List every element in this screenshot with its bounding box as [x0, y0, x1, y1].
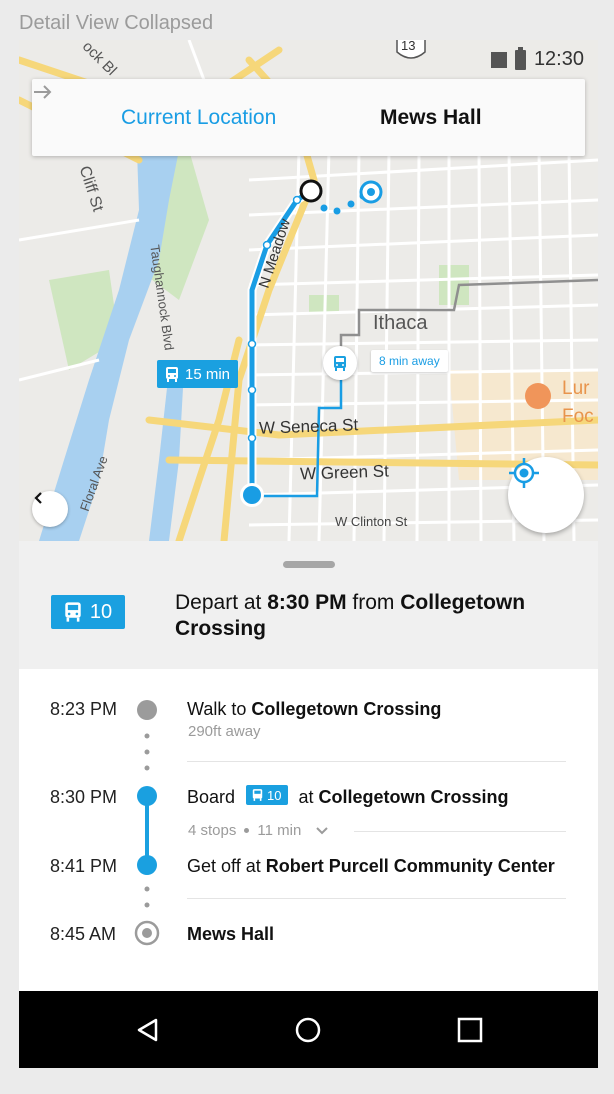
- battery-icon: [514, 46, 526, 70]
- step-board[interactable]: Board 10 at Collegetown Crossing: [187, 785, 509, 808]
- chevron-down-icon: [316, 826, 329, 834]
- signal-icon: [490, 51, 507, 68]
- depart-summary: Depart at 8:30 PM from Collegetown Cross…: [175, 590, 585, 642]
- bus-number: 10: [89, 600, 113, 623]
- bus-icon: [64, 602, 82, 622]
- divider: [187, 898, 566, 899]
- divider: [187, 761, 566, 762]
- step-arrive[interactable]: Mews Hall: [187, 924, 274, 945]
- bus-route-badge: 10: [51, 595, 125, 629]
- divider: [354, 831, 566, 832]
- bus-icon: [165, 366, 179, 382]
- back-icon: [137, 1018, 158, 1042]
- step-time: 8:23 PM: [50, 699, 118, 719]
- step-place: Robert Purcell Community Center: [265, 856, 555, 876]
- origin-label[interactable]: Current Location: [121, 106, 276, 130]
- directions-list: 8:23 PM Walk to Collegetown Crossing 290…: [19, 669, 598, 991]
- frame-title: Detail View Collapsed: [19, 12, 214, 34]
- step-distance: 290ft away: [188, 723, 261, 740]
- city-label: Ithaca: [373, 312, 428, 334]
- phone-screen: 13 ock Bl Cliff St Taughannock Blvd Flor…: [19, 40, 598, 1068]
- my-location-button[interactable]: [508, 457, 584, 533]
- status-time: 12:30: [533, 48, 584, 70]
- bus-route-badge-small: 10: [246, 785, 288, 805]
- step-walk[interactable]: Walk to Collegetown Crossing: [187, 699, 441, 720]
- street-label-green: W Green St: [299, 461, 390, 484]
- step-time: 8:45 AM: [50, 924, 117, 944]
- nav-recents-button[interactable]: [453, 1013, 487, 1047]
- step-place: Collegetown Crossing: [251, 699, 442, 719]
- street-label-seneca: W Seneca St: [258, 415, 359, 438]
- map-view[interactable]: 13 ock Bl Cliff St Taughannock Blvd Flor…: [19, 40, 598, 541]
- step-prefix: Board: [187, 787, 241, 807]
- stops-expander[interactable]: 4 stops 11 min: [188, 822, 329, 839]
- depart-time: 8:30 PM: [267, 591, 347, 614]
- destination-label[interactable]: Mews Hall: [380, 106, 482, 130]
- drag-handle[interactable]: [283, 561, 335, 568]
- step-mid: at: [293, 787, 319, 807]
- bus-number: 10: [267, 787, 282, 803]
- bus-icon: [333, 355, 347, 371]
- route-summary-card[interactable]: Current Location Mews Hall: [32, 79, 585, 156]
- route-duration-text: 15 min: [185, 365, 231, 383]
- step-prefix: Get off at: [187, 856, 266, 876]
- live-bus-marker[interactable]: [323, 346, 357, 380]
- home-icon: [295, 1017, 321, 1043]
- step-get-off[interactable]: Get off at Robert Purcell Community Cent…: [187, 856, 555, 877]
- arrow-right-icon: [34, 85, 52, 99]
- depart-mid: from: [346, 591, 401, 614]
- trip-summary-header[interactable]: 10 Depart at 8:30 PM from Collegetown Cr…: [19, 541, 598, 669]
- android-nav-bar: [19, 991, 598, 1068]
- nav-home-button[interactable]: [291, 1013, 325, 1047]
- step-time: 8:41 PM: [50, 856, 118, 876]
- poi-label-foc: Foc: [562, 406, 594, 427]
- bus-icon: [252, 789, 263, 801]
- chevron-left-icon: [34, 492, 42, 504]
- recents-icon: [457, 1017, 483, 1043]
- step-place: Mews Hall: [187, 924, 275, 944]
- poi-label-lur: Lur: [562, 378, 590, 399]
- route-13-label: 13: [401, 40, 416, 53]
- bus-eta-label: 8 min away: [371, 350, 448, 372]
- street-label-clinton: W Clinton St: [335, 514, 408, 529]
- separator-dot: [244, 828, 250, 833]
- depart-prefix: Depart at: [175, 591, 268, 614]
- route-timeline: [134, 700, 160, 946]
- status-bar: 12:30: [490, 46, 584, 71]
- back-button[interactable]: [32, 491, 68, 527]
- ride-duration: 11 min: [257, 822, 302, 839]
- route-duration-badge: 15 min: [157, 360, 239, 388]
- step-time: 8:30 PM: [50, 787, 118, 807]
- step-prefix: Walk to: [187, 699, 252, 719]
- my-location-icon: [509, 458, 539, 488]
- nav-back-button[interactable]: [131, 1013, 165, 1047]
- step-place: Collegetown Crossing: [318, 787, 509, 807]
- stop-count: 4 stops: [188, 822, 237, 839]
